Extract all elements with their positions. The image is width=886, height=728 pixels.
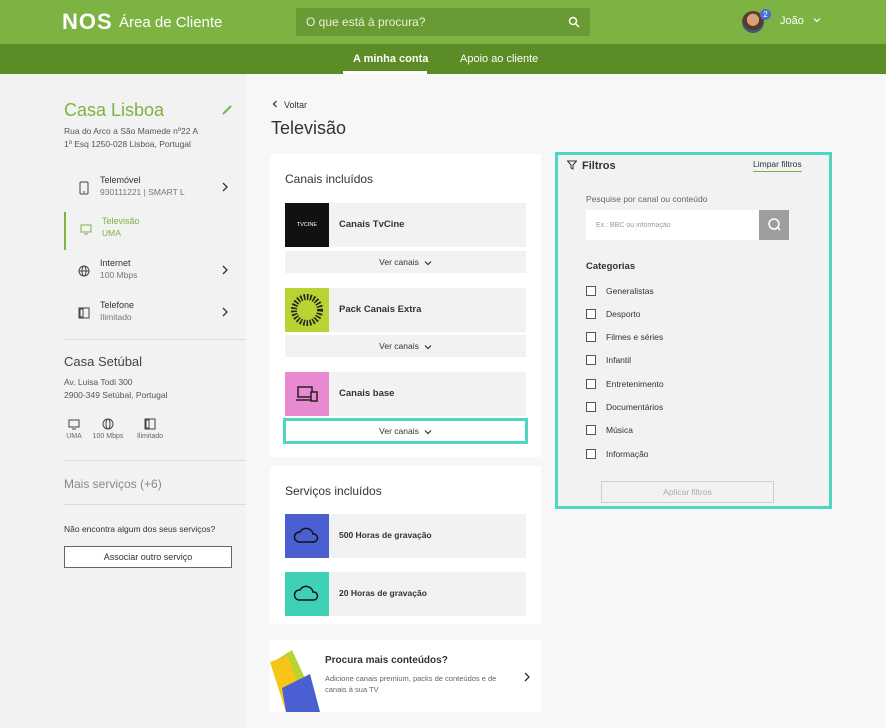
landline-icon — [78, 307, 90, 319]
apply-filters-button[interactable]: Aplicar filtros — [601, 481, 774, 503]
notification-badge: 2 — [760, 9, 771, 20]
category-checkbox[interactable]: Informação — [586, 447, 766, 461]
pencil-icon[interactable] — [222, 105, 232, 115]
location-address-setubal: Av. Luisa Todi 300 2900-349 Setúbal, Por… — [64, 377, 168, 400]
checkbox[interactable] — [586, 402, 596, 412]
mini-service-phone: Ilimitado — [132, 418, 168, 440]
filter-search-button[interactable] — [759, 210, 789, 240]
location-title: Casa Lisboa — [64, 100, 165, 120]
sidebar-item-phone[interactable]: Telefone Ilimitado — [64, 296, 246, 334]
category-checkbox[interactable]: Filmes e séries — [586, 330, 766, 344]
mini-service-tv: UMA — [64, 418, 84, 440]
divider — [64, 504, 246, 505]
category-checkbox[interactable]: Generalistas — [586, 284, 766, 298]
globe-icon — [78, 265, 90, 277]
category-checkbox[interactable]: Infantil — [586, 353, 766, 367]
global-search — [296, 8, 590, 36]
mini-service-internet: 100 Mbps — [90, 418, 126, 440]
phone-icon — [79, 181, 89, 195]
filters-title: Filtros — [582, 160, 616, 172]
chevron-down-icon[interactable] — [813, 16, 821, 24]
search-input[interactable] — [296, 8, 556, 36]
back-link[interactable]: Voltar — [272, 100, 307, 110]
location-address: Rua do Arco a São Mamede nº22 A 1º Esq 1… — [64, 126, 198, 149]
tab-my-account[interactable]: A minha conta — [353, 53, 428, 65]
categories-title: Categorias — [586, 261, 636, 272]
checkbox[interactable] — [586, 332, 596, 342]
package-extra[interactable]: Pack Canais Extra — [285, 288, 526, 332]
category-checkbox[interactable]: Entretenimento — [586, 377, 766, 391]
promo-graphic — [270, 650, 320, 712]
filter-search-label: Pesquise por canal ou conteúdo — [586, 194, 708, 204]
service-item[interactable]: 20 Horas de gravação — [285, 572, 526, 616]
chevron-right-icon — [524, 672, 530, 682]
associate-service-button[interactable]: Associar outro serviço — [64, 546, 232, 568]
card-title: Canais incluídos — [285, 172, 374, 186]
see-channels-button[interactable]: Ver canais — [285, 251, 526, 273]
promo-text: Adicione canais premium, packs de conteú… — [325, 674, 497, 694]
promo-title: Procura mais conteúdos? — [325, 655, 448, 666]
app-title: Área de Cliente — [119, 14, 223, 31]
chevron-left-icon — [272, 100, 277, 108]
category-checkbox[interactable]: Desporto — [586, 307, 766, 321]
checkbox[interactable] — [586, 449, 596, 459]
filter-search-input[interactable] — [586, 210, 759, 240]
filter-icon — [567, 160, 577, 170]
checkbox[interactable] — [586, 355, 596, 365]
divider — [64, 460, 246, 461]
sub-navigation: A minha conta Apoio ao cliente — [0, 44, 886, 74]
service-item[interactable]: 500 Horas de gravação — [285, 514, 526, 558]
chevron-right-icon — [222, 182, 228, 192]
sidebar-item-tv[interactable]: Televisão UMA — [64, 212, 246, 250]
missing-services-text: Não encontra algum dos seus serviços? — [64, 524, 216, 534]
checkbox[interactable] — [586, 286, 596, 296]
tvcine-logo: TVCINE — [285, 203, 329, 247]
main-content: Voltar Televisão Canais incluídos TVCINE… — [246, 74, 886, 728]
sidebar-item-mobile[interactable]: Telemóvel 930111221 | SMART L — [64, 171, 246, 209]
tv-icon — [80, 224, 92, 235]
nos-logo[interactable]: NOS — [62, 9, 113, 35]
tab-support[interactable]: Apoio ao cliente — [460, 53, 538, 65]
tv-icon — [68, 419, 80, 430]
checkbox[interactable] — [586, 425, 596, 435]
chevron-down-icon — [424, 344, 432, 350]
divider — [64, 339, 246, 340]
services-card: Serviços incluídos 500 Horas de gravação… — [270, 466, 541, 624]
landline-icon — [144, 418, 156, 430]
promo-card[interactable]: Procura mais conteúdos? Adicione canais … — [270, 640, 541, 712]
checkbox[interactable] — [586, 309, 596, 319]
cloud-icon — [285, 514, 329, 558]
search-icon[interactable] — [568, 16, 580, 28]
category-checkbox[interactable]: Música — [586, 423, 766, 437]
category-checkbox[interactable]: Documentários — [586, 400, 766, 414]
sunburst-logo — [285, 288, 329, 332]
cloud-icon — [285, 572, 329, 616]
package-base[interactable]: Canais base — [285, 372, 526, 416]
see-channels-button[interactable]: Ver canais — [285, 335, 526, 357]
channels-card: Canais incluídos TVCINE Canais TvCine Ve… — [270, 154, 541, 457]
page-title: Televisão — [271, 118, 347, 138]
clear-filters-link[interactable]: Limpar filtros — [753, 159, 802, 172]
filters-panel: Filtros Limpar filtros Pesquise por cana… — [555, 152, 832, 509]
sidebar-item-internet[interactable]: Internet 100 Mbps — [64, 254, 246, 292]
chevron-down-icon — [424, 260, 432, 266]
card-title: Serviços incluídos — [285, 484, 382, 498]
chevron-right-icon — [222, 265, 228, 275]
top-header: NOS Área de Cliente 2 João — [0, 0, 886, 44]
chevron-down-icon — [424, 429, 432, 435]
globe-icon — [102, 418, 114, 430]
checkbox[interactable] — [586, 379, 596, 389]
more-services-link[interactable]: Mais serviços (+6) — [64, 477, 162, 491]
user-name[interactable]: João — [780, 15, 804, 27]
devices-icon — [285, 372, 329, 416]
chevron-right-icon — [222, 307, 228, 317]
package-tvcine[interactable]: TVCINE Canais TvCine — [285, 203, 526, 247]
location-title-setubal[interactable]: Casa Setúbal — [64, 354, 142, 369]
sidebar: Casa Lisboa Rua do Arco a São Mamede nº2… — [0, 74, 246, 728]
see-channels-button[interactable]: Ver canais — [283, 418, 528, 444]
search-icon — [768, 218, 781, 231]
